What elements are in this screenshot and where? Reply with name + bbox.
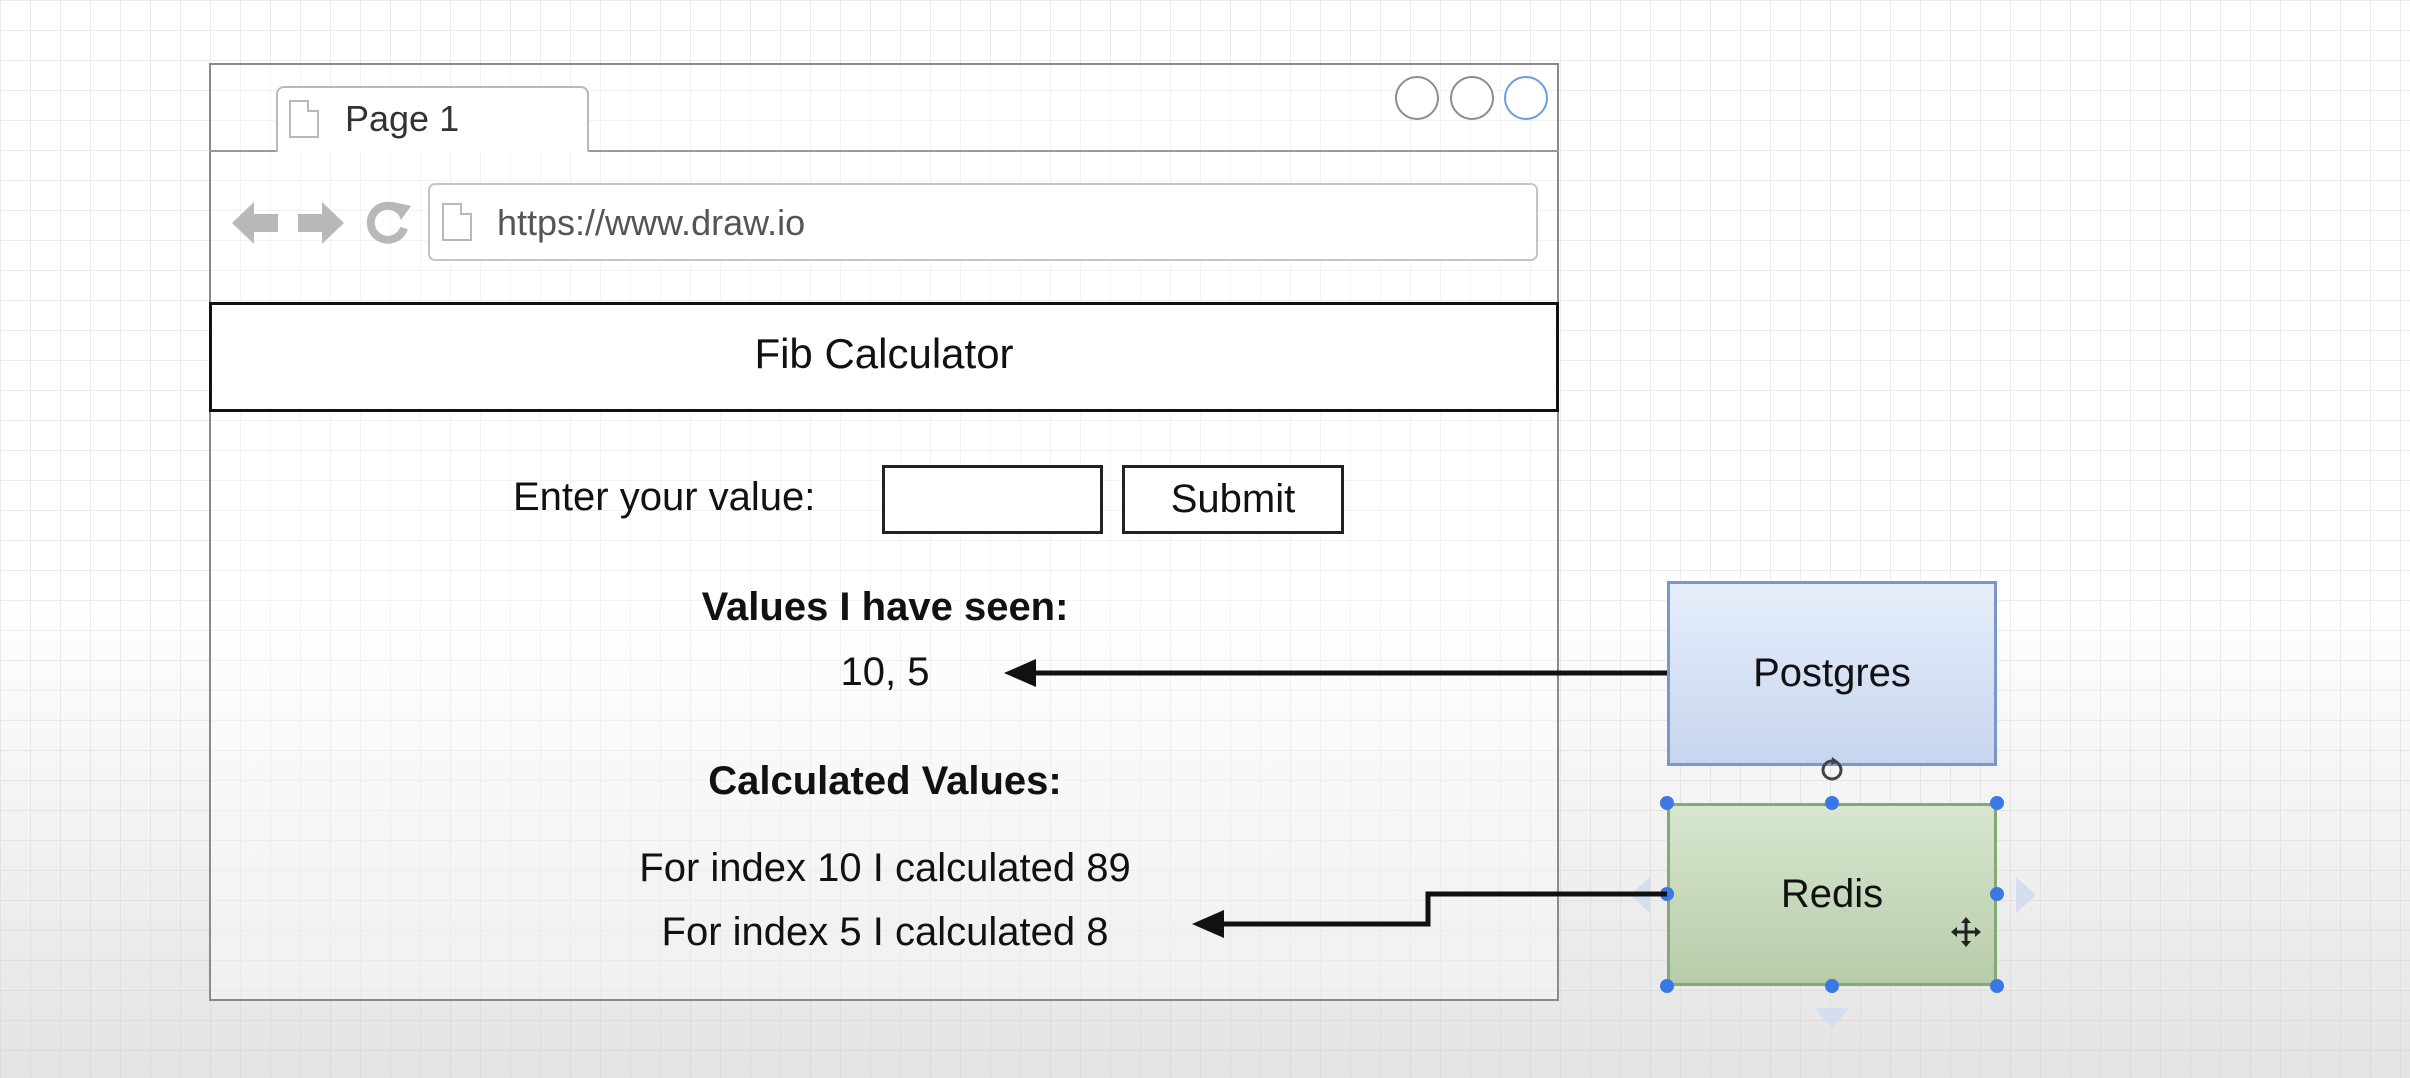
- postgres-to-seen-arrow[interactable]: [1004, 659, 1667, 687]
- connectors: [1004, 659, 1667, 938]
- redis-to-calculated-arrow[interactable]: [1192, 891, 1667, 938]
